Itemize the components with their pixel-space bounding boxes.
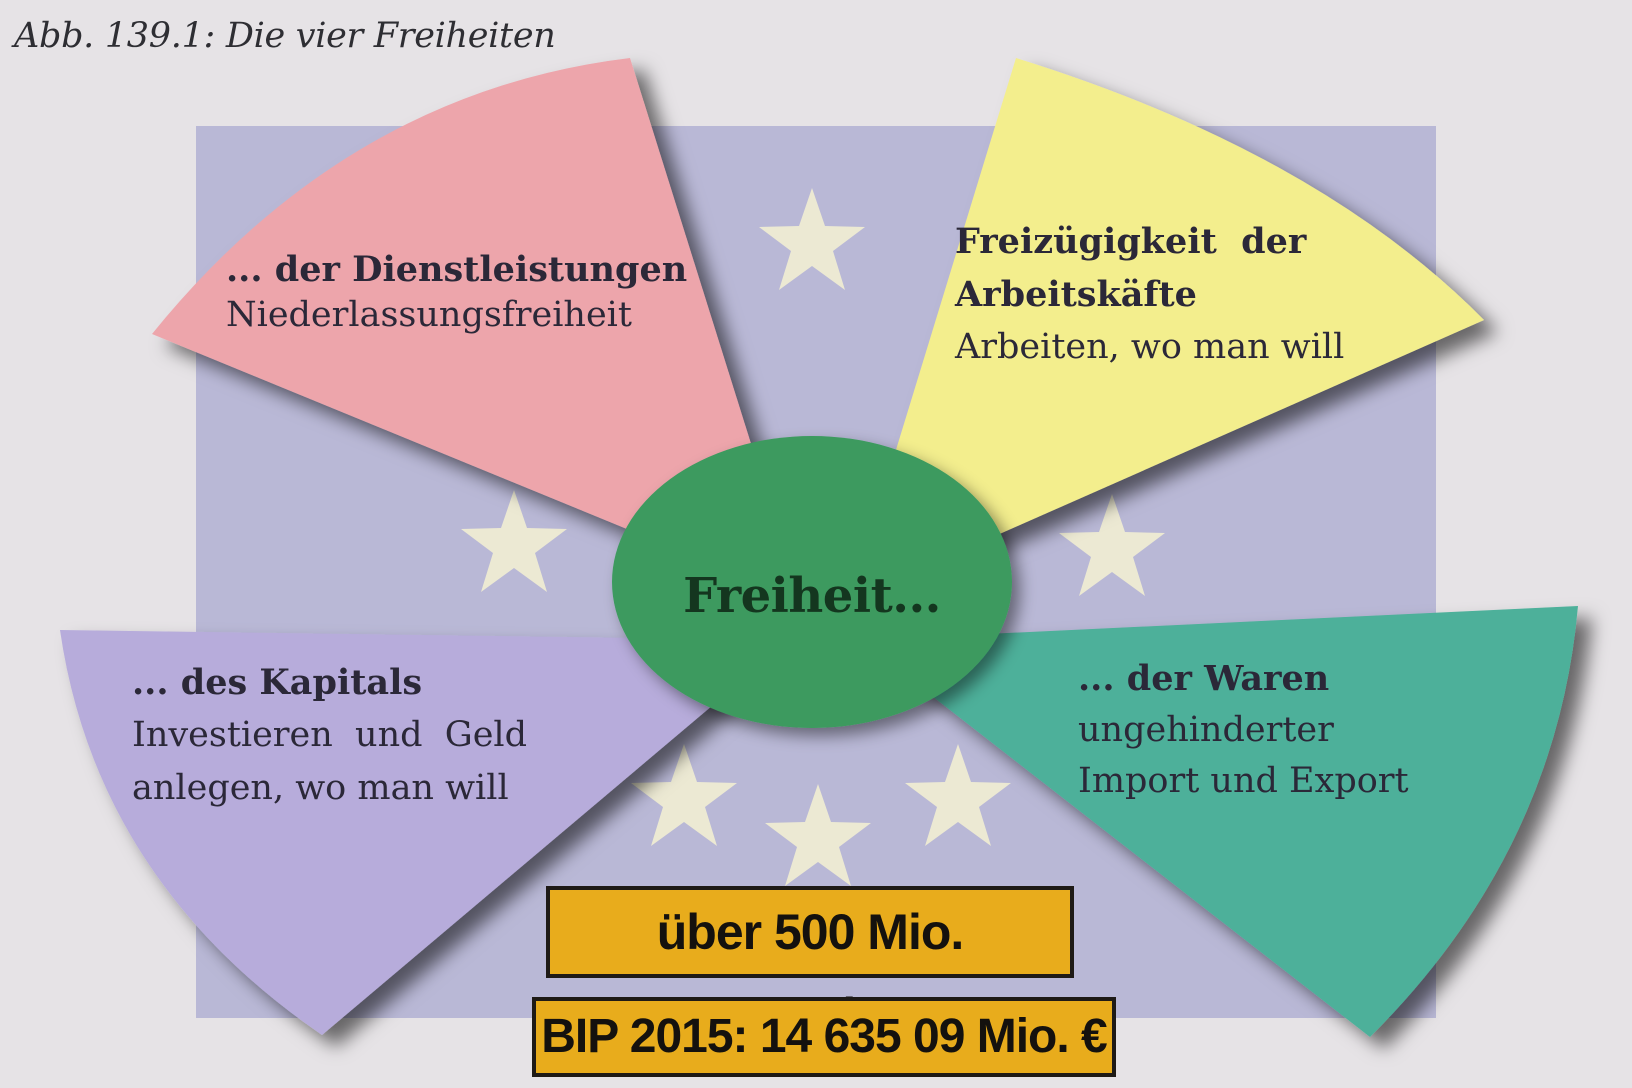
- center-label: Freiheit...: [683, 568, 941, 624]
- gdp-box: BIP 2015: 14 635 09 Mio. €: [532, 997, 1116, 1077]
- capital-description-line-2: anlegen, wo man will: [132, 768, 509, 809]
- goods-description-line-1: ungehinderter: [1078, 709, 1334, 750]
- capital-description-line-1: Investieren und Geld: [132, 715, 528, 756]
- services-heading: ... der Dienstleistungen: [226, 249, 688, 290]
- capital-heading: ... des Kapitals: [132, 662, 423, 703]
- services-description: Niederlassungsfreiheit: [226, 294, 632, 335]
- workers-description: Arbeiten, wo man will: [955, 327, 1345, 367]
- capital-label: ... des Kapitals Investieren und Geld an…: [132, 656, 527, 816]
- figure-caption: Abb. 139.1: Die vier Freiheiten: [14, 16, 556, 56]
- population-box: über 500 Mio. Menschen: [546, 886, 1074, 1044]
- goods-heading: ... der Waren: [1078, 658, 1330, 699]
- goods-label: ... der Waren ungehinderter Import und E…: [1078, 654, 1409, 806]
- services-label: ... der Dienstleistungen Niederlassungsf…: [226, 248, 687, 338]
- goods-description-line-2: Import und Export: [1078, 760, 1409, 801]
- workers-heading-line-2: Arbeitskäfte: [955, 273, 1197, 315]
- workers-label: Freizügigkeit der Arbeitskäfte Arbeiten,…: [955, 216, 1344, 374]
- freedoms-figure: Abb. 139.1: Die vier Freiheiten ... der …: [0, 0, 1632, 1088]
- workers-heading-line-1: Freizügigkeit der: [955, 221, 1307, 262]
